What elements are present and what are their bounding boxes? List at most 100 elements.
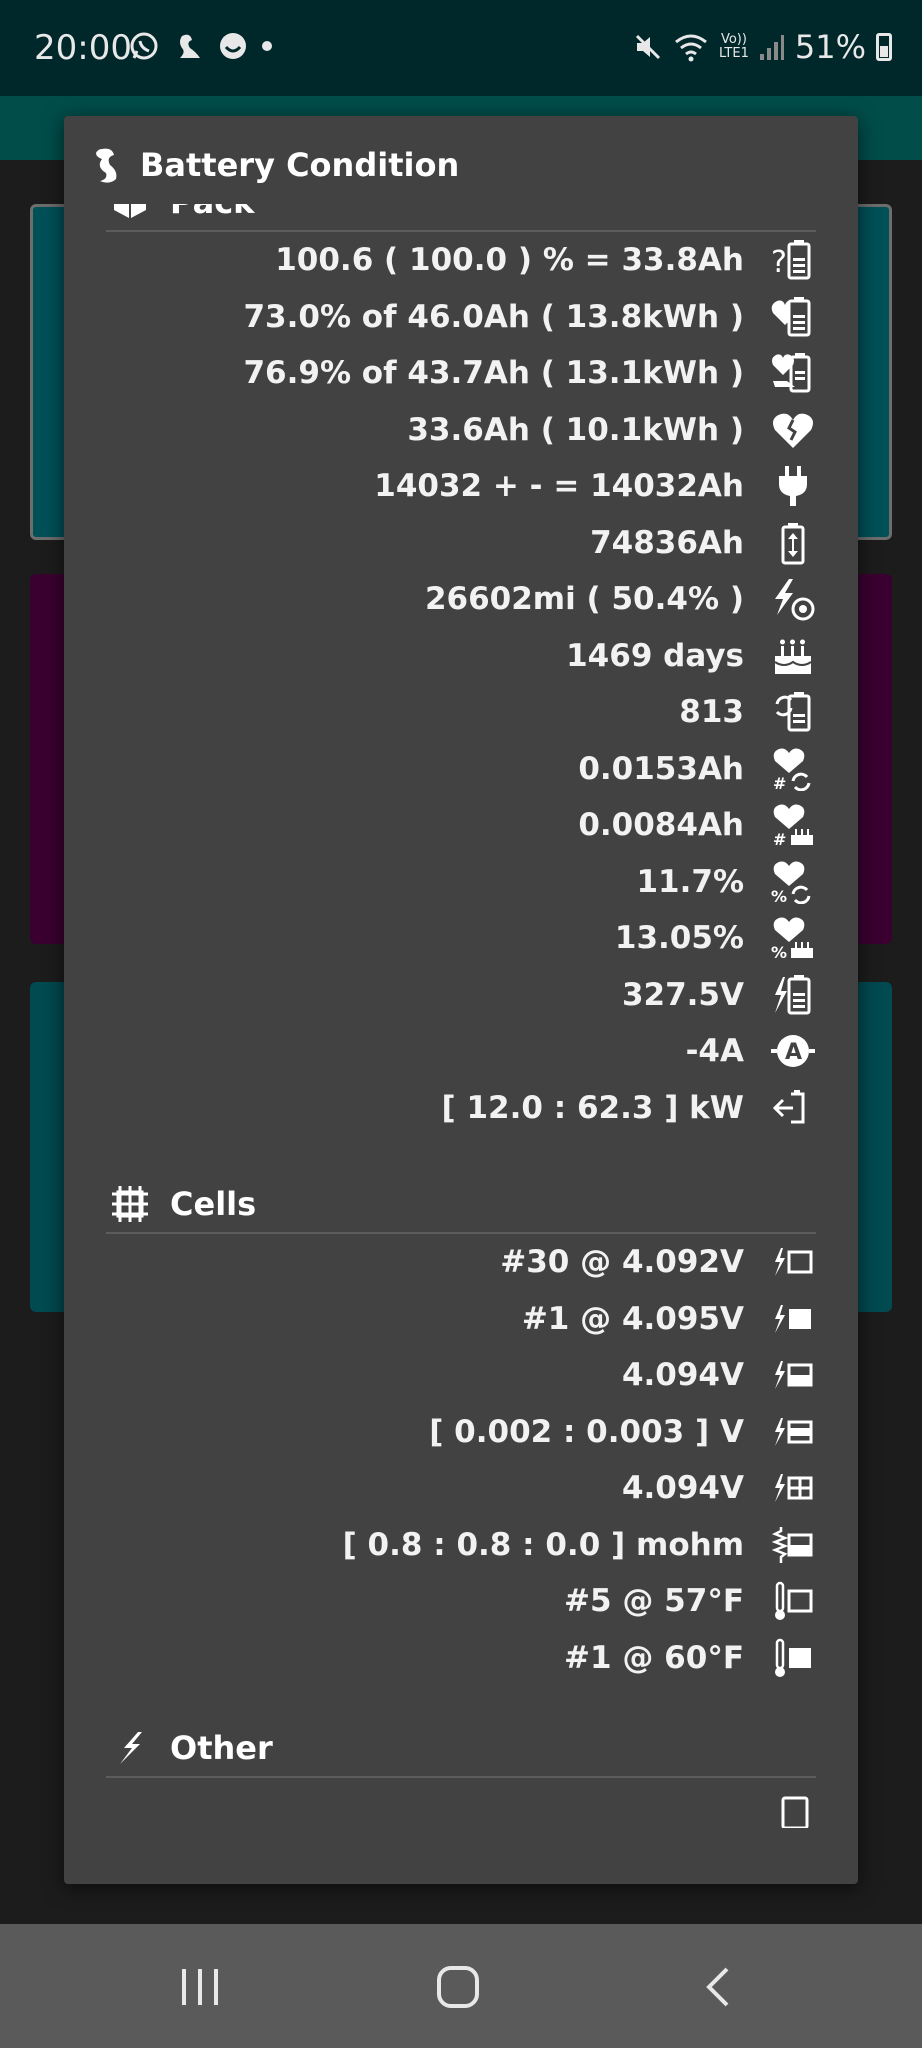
svg-text:%: % bbox=[771, 887, 787, 904]
navigation-bar bbox=[0, 1924, 922, 2048]
bolt-cell-band-icon bbox=[770, 1409, 816, 1455]
battery-condition-icon bbox=[96, 148, 117, 183]
heart-hash-cycle-icon: # bbox=[770, 746, 816, 792]
lte-label: LTE1 bbox=[718, 46, 749, 61]
other-row-partial bbox=[106, 1778, 816, 1835]
pack-value: 26602mi ( 50.4% ) bbox=[424, 581, 744, 618]
home-icon bbox=[437, 1966, 479, 2008]
svg-text:?: ? bbox=[771, 245, 787, 280]
signal-icon bbox=[759, 35, 784, 60]
pack-value: 33.6Ah ( 10.1kWh ) bbox=[407, 411, 744, 448]
app-notification-icon bbox=[180, 34, 200, 58]
svg-text:#: # bbox=[773, 774, 786, 791]
bolt-wheel-icon bbox=[770, 576, 816, 622]
pack-row: 11.7%% bbox=[106, 854, 816, 911]
battery-percent: 51% bbox=[794, 28, 866, 66]
bolt-battery-icon bbox=[770, 972, 816, 1018]
cells-value: [ 0.002 : 0.003 ] V bbox=[429, 1413, 744, 1450]
dialog-content[interactable]: Pack 100.6 ( 100.0 ) % = 33.8Ah? 73.0% o… bbox=[106, 204, 816, 1866]
recent-apps-icon bbox=[182, 1969, 218, 2005]
pack-row: -4A A bbox=[106, 1023, 816, 1080]
cells-row: #1 @ 60°F bbox=[106, 1630, 816, 1687]
battery-charge-discharge-icon bbox=[770, 520, 816, 566]
section-other-header: Other bbox=[106, 1720, 816, 1778]
heart-hash-cake-icon: # bbox=[770, 802, 816, 848]
pack-value: 327.5V bbox=[621, 976, 744, 1013]
cells-value: #5 @ 57°F bbox=[564, 1583, 744, 1620]
whatsapp-icon bbox=[130, 32, 158, 60]
recent-apps-button[interactable] bbox=[170, 1964, 230, 2010]
ampere-circle-icon: A bbox=[770, 1028, 816, 1074]
cells-row: [ 0.8 : 0.8 : 0.0 ] mohm bbox=[106, 1517, 816, 1574]
pack-row: 73.0% of 46.0Ah ( 13.8kWh ) bbox=[106, 289, 816, 346]
home-button[interactable] bbox=[428, 1964, 488, 2010]
cells-value: 4.094V bbox=[621, 1470, 744, 1507]
pack-row: 14032 + - = 14032Ah bbox=[106, 458, 816, 515]
section-pack-header: Pack bbox=[106, 204, 816, 232]
svg-text:%: % bbox=[771, 943, 787, 960]
pack-row: 0.0153Ah # bbox=[106, 741, 816, 798]
pack-row: 33.6Ah ( 10.1kWh ) bbox=[106, 402, 816, 459]
battery-condition-dialog: Battery Condition Pack 100.6 ( 100.0 ) %… bbox=[64, 116, 858, 1884]
thermometer-cell-full-icon bbox=[770, 1635, 816, 1681]
cells-row: #5 @ 57°F bbox=[106, 1573, 816, 1630]
plug-icon bbox=[770, 463, 816, 509]
pack-row: [ 12.0 : 62.3 ] kW bbox=[106, 1080, 816, 1137]
pack-row: 813 bbox=[106, 684, 816, 741]
status-time: 20:00 bbox=[34, 28, 132, 68]
mute-icon bbox=[635, 34, 661, 60]
bolt-icon bbox=[120, 1732, 142, 1764]
section-cells-title: Cells bbox=[170, 1185, 257, 1223]
pack-row: 0.0084Ah # bbox=[106, 797, 816, 854]
pack-row: 13.05%% bbox=[106, 910, 816, 967]
pack-rows: 100.6 ( 100.0 ) % = 33.8Ah? 73.0% of 46.… bbox=[106, 232, 816, 1136]
cells-value: [ 0.8 : 0.8 : 0.0 ] mohm bbox=[342, 1526, 744, 1563]
hand-heart-battery-icon bbox=[770, 350, 816, 396]
battery-question-icon: ? bbox=[770, 237, 816, 283]
notification-icons bbox=[128, 30, 272, 62]
pack-value: -4A bbox=[685, 1033, 744, 1070]
broken-heart-icon bbox=[770, 407, 816, 453]
cells-row: 4.094V bbox=[106, 1347, 816, 1404]
section-cells-header: Cells bbox=[106, 1176, 816, 1234]
bolt-cell-full-icon bbox=[770, 1296, 816, 1342]
cells-value: #30 @ 4.092V bbox=[500, 1244, 744, 1281]
pack-value: 813 bbox=[679, 694, 744, 731]
network-label: Vo)) LTE1 bbox=[719, 33, 749, 61]
cells-row: #1 @ 4.095V bbox=[106, 1291, 816, 1348]
bolt-cell-empty-icon bbox=[770, 1239, 816, 1285]
thermometer-cell-empty-icon bbox=[770, 1578, 816, 1624]
battery-cycle-icon bbox=[770, 689, 816, 735]
svg-text:A: A bbox=[785, 1040, 802, 1065]
heart-battery-icon bbox=[770, 294, 816, 340]
wifi-icon bbox=[675, 34, 707, 62]
pack-value: 76.9% of 43.7Ah ( 13.1kWh ) bbox=[243, 355, 744, 392]
pack-row: 76.9% of 43.7Ah ( 13.1kWh ) bbox=[106, 345, 816, 402]
pack-value: 13.05% bbox=[614, 920, 744, 957]
pack-value: [ 12.0 : 62.3 ] kW bbox=[441, 1089, 744, 1126]
pack-value: 73.0% of 46.0Ah ( 13.8kWh ) bbox=[243, 298, 744, 335]
bolt-cell-grid-icon bbox=[770, 1465, 816, 1511]
volte-label: Vo)) bbox=[720, 32, 747, 47]
pack-row: 100.6 ( 100.0 ) % = 33.8Ah? bbox=[106, 232, 816, 289]
cells-rows: #30 @ 4.092V #1 @ 4.095V 4.094V [ 0.002 … bbox=[106, 1234, 816, 1686]
resistor-cell-icon bbox=[770, 1522, 816, 1568]
arrow-into-battery-icon bbox=[770, 1085, 816, 1131]
pack-value: 0.0084Ah bbox=[578, 807, 744, 844]
pack-row: 1469 days bbox=[106, 628, 816, 685]
status-right: Vo)) LTE1 51% bbox=[633, 28, 892, 66]
cells-value: #1 @ 60°F bbox=[564, 1639, 744, 1676]
pack-row: 327.5V bbox=[106, 967, 816, 1024]
pack-value: 74836Ah bbox=[590, 524, 744, 561]
section-other-title: Other bbox=[170, 1729, 273, 1767]
status-bar: 20:00 Vo)) LTE1 51% bbox=[0, 0, 922, 100]
cells-row: 4.094V bbox=[106, 1460, 816, 1517]
pack-row: 26602mi ( 50.4% ) bbox=[106, 571, 816, 628]
pack-value: 11.7% bbox=[636, 863, 744, 900]
cells-grid-icon bbox=[112, 1186, 148, 1222]
cells-row: #30 @ 4.092V bbox=[106, 1234, 816, 1291]
back-icon bbox=[706, 1967, 729, 2007]
back-button[interactable] bbox=[688, 1964, 748, 2010]
